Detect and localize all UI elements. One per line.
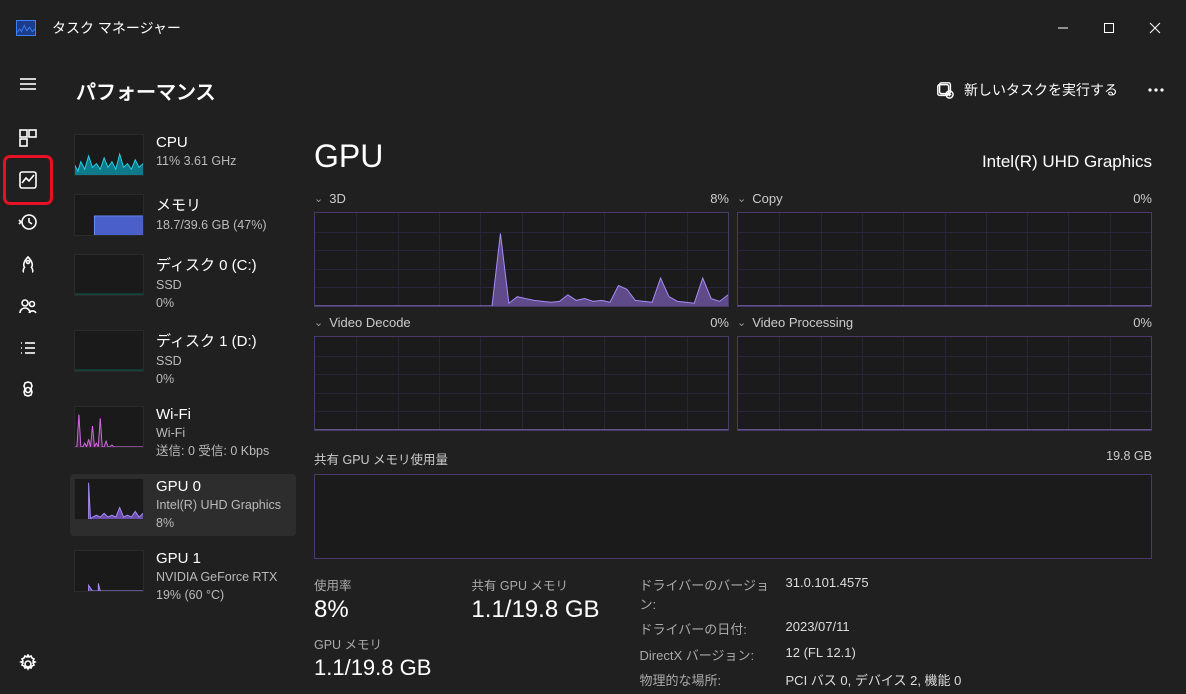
close-button[interactable] bbox=[1132, 8, 1178, 48]
info-key: ドライバーの日付: bbox=[640, 619, 770, 640]
perf-sub2: 0% bbox=[156, 295, 292, 313]
graph-value: 0% bbox=[1133, 315, 1152, 330]
maximize-button[interactable] bbox=[1086, 8, 1132, 48]
perf-sub2: 8% bbox=[156, 515, 292, 533]
nav-startup[interactable] bbox=[8, 244, 48, 284]
info-val: PCI バス 0, デバイス 2, 機能 0 bbox=[786, 670, 962, 691]
graph-label: Video Processing bbox=[752, 315, 853, 330]
app-title: タスク マネージャー bbox=[52, 18, 181, 38]
chevron-down-icon: ⌄ bbox=[737, 316, 746, 329]
chevron-down-icon: ⌄ bbox=[737, 192, 746, 205]
perf-sub: NVIDIA GeForce RTX bbox=[156, 569, 292, 587]
nav-services[interactable] bbox=[8, 370, 48, 410]
performance-sidebar: CPU 11% 3.61 GHz メモリ 18.7/39.6 GB (47%) … bbox=[56, 124, 302, 694]
nav-app-history[interactable] bbox=[8, 202, 48, 242]
graph-copy[interactable]: ⌄ Copy 0% bbox=[737, 191, 1152, 307]
perf-item-wifi[interactable]: Wi-Fi Wi-Fi 送信: 0 受信: 0 Kbps bbox=[70, 402, 296, 464]
perf-name: GPU 1 bbox=[156, 550, 292, 567]
graph-video-decode-chart bbox=[314, 336, 729, 431]
new-task-button[interactable]: 新しいタスクを実行する bbox=[926, 74, 1128, 106]
shared-gpu-memory-section: 共有 GPU メモリ使用量 19.8 GB bbox=[314, 449, 1152, 559]
nav-performance[interactable] bbox=[8, 160, 48, 200]
shared-label: 共有 GPU メモリ使用量 bbox=[314, 449, 448, 468]
info-val: 2023/07/11 bbox=[786, 619, 962, 640]
memory-thumb-chart bbox=[74, 194, 144, 236]
graph-3d[interactable]: ⌄ 3D 8% bbox=[314, 191, 729, 307]
perf-sub: 11% 3.61 GHz bbox=[156, 153, 292, 171]
gpu-stats: 使用率 8% GPU メモリ 1.1/19.8 GB 共有 GPU メモリ 1.… bbox=[314, 575, 1152, 691]
info-key: DirectX バージョン: bbox=[640, 645, 770, 666]
disk1-thumb-chart bbox=[74, 330, 144, 372]
shared-max: 19.8 GB bbox=[1106, 449, 1152, 468]
stat-value: 1.1/19.8 GB bbox=[471, 596, 599, 624]
graph-value: 0% bbox=[1133, 191, 1152, 206]
nav-details[interactable] bbox=[8, 328, 48, 368]
perf-sub: SSD bbox=[156, 277, 292, 295]
graph-video-decode[interactable]: ⌄ Video Decode 0% bbox=[314, 315, 729, 431]
stat-label: GPU メモリ bbox=[314, 634, 431, 653]
info-val: 31.0.101.4575 bbox=[786, 575, 962, 615]
perf-sub: Wi-Fi bbox=[156, 425, 292, 443]
shared-gpu-memory-chart bbox=[314, 474, 1152, 559]
perf-sub2: 19% (60 °C) bbox=[156, 587, 292, 605]
gpu-graphs-grid: ⌄ 3D 8% ⌄ Copy 0% ⌄ Video Decode 0% ⌄ Video Pro… bbox=[314, 191, 1152, 431]
stat-value: 1.1/19.8 GB bbox=[314, 655, 431, 681]
info-val: 12 (FL 12.1) bbox=[786, 645, 962, 666]
graph-label: Video Decode bbox=[329, 315, 410, 330]
perf-item-disk1[interactable]: ディスク 1 (D:) SSD 0% bbox=[70, 326, 296, 392]
perf-item-gpu0[interactable]: GPU 0 Intel(R) UHD Graphics 8% bbox=[70, 474, 296, 536]
chevron-down-icon: ⌄ bbox=[314, 192, 323, 205]
cpu-thumb-chart bbox=[74, 134, 144, 176]
stat-value: 8% bbox=[314, 596, 431, 624]
graph-label: Copy bbox=[752, 191, 782, 206]
graph-label: 3D bbox=[329, 191, 346, 206]
perf-sub2: 送信: 0 受信: 0 Kbps bbox=[156, 443, 292, 461]
perf-sub: SSD bbox=[156, 353, 292, 371]
gpu-info-grid: ドライバーのバージョン: 31.0.101.4575 ドライバーの日付: 2023/… bbox=[640, 575, 962, 691]
perf-name: Wi-Fi bbox=[156, 406, 292, 423]
perf-sub: 18.7/39.6 GB (47%) bbox=[156, 217, 292, 235]
disk0-thumb-chart bbox=[74, 254, 144, 296]
gpu0-thumb-chart bbox=[74, 478, 144, 520]
perf-item-disk0[interactable]: ディスク 0 (C:) SSD 0% bbox=[70, 250, 296, 316]
graph-3d-chart bbox=[314, 212, 729, 307]
nav-settings[interactable] bbox=[8, 644, 48, 684]
detail-subtitle: Intel(R) UHD Graphics bbox=[982, 152, 1152, 172]
perf-item-memory[interactable]: メモリ 18.7/39.6 GB (47%) bbox=[70, 190, 296, 240]
nav-users[interactable] bbox=[8, 286, 48, 326]
stat-label: 共有 GPU メモリ bbox=[471, 575, 599, 594]
info-key: ドライバーのバージョン: bbox=[640, 575, 770, 615]
perf-name: GPU 0 bbox=[156, 478, 292, 495]
perf-name: CPU bbox=[156, 134, 292, 151]
perf-item-cpu[interactable]: CPU 11% 3.61 GHz bbox=[70, 130, 296, 180]
perf-item-gpu1[interactable]: GPU 1 NVIDIA GeForce RTX 19% (60 °C) bbox=[70, 546, 296, 608]
graph-copy-chart bbox=[737, 212, 1152, 307]
titlebar: タスク マネージャー bbox=[0, 0, 1186, 56]
stat-label: 使用率 bbox=[314, 575, 431, 594]
new-task-label: 新しいタスクを実行する bbox=[964, 80, 1118, 100]
page-title: パフォーマンス bbox=[76, 76, 216, 105]
detail-panel: GPU Intel(R) UHD Graphics ⌄ 3D 8% ⌄ Copy 0% … bbox=[302, 124, 1186, 694]
perf-name: メモリ bbox=[156, 194, 292, 215]
graph-value: 8% bbox=[710, 191, 729, 206]
page-header: パフォーマンス 新しいタスクを実行する bbox=[56, 56, 1186, 124]
app-icon bbox=[16, 20, 36, 36]
graph-video-processing[interactable]: ⌄ Video Processing 0% bbox=[737, 315, 1152, 431]
left-nav bbox=[0, 56, 56, 694]
more-button[interactable] bbox=[1138, 72, 1174, 108]
perf-name: ディスク 0 (C:) bbox=[156, 254, 292, 275]
wifi-thumb-chart bbox=[74, 406, 144, 448]
detail-title: GPU bbox=[314, 138, 383, 175]
hamburger-button[interactable] bbox=[8, 64, 48, 104]
chevron-down-icon: ⌄ bbox=[314, 316, 323, 329]
info-key: 物理的な場所: bbox=[640, 670, 770, 691]
minimize-button[interactable] bbox=[1040, 8, 1086, 48]
gpu1-thumb-chart bbox=[74, 550, 144, 592]
nav-processes[interactable] bbox=[8, 118, 48, 158]
graph-video-processing-chart bbox=[737, 336, 1152, 431]
perf-sub2: 0% bbox=[156, 371, 292, 389]
perf-name: ディスク 1 (D:) bbox=[156, 330, 292, 351]
graph-value: 0% bbox=[710, 315, 729, 330]
perf-sub: Intel(R) UHD Graphics bbox=[156, 497, 292, 515]
